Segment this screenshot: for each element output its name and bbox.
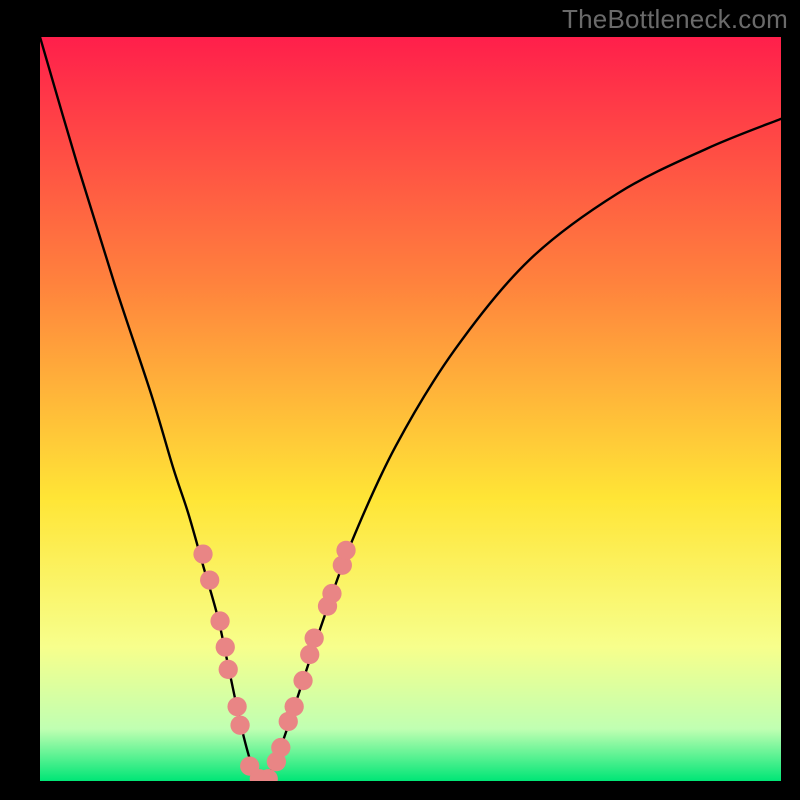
- highlight-dot: [230, 716, 249, 735]
- highlight-dot: [285, 697, 304, 716]
- highlight-dot: [193, 544, 212, 563]
- highlight-dot: [210, 611, 229, 630]
- highlight-dot: [322, 584, 341, 603]
- bottleneck-chart: [0, 0, 800, 800]
- highlight-dot: [336, 541, 355, 560]
- watermark-text: TheBottleneck.com: [562, 4, 788, 35]
- highlight-dot: [271, 738, 290, 757]
- highlight-dot: [216, 637, 235, 656]
- highlight-dot: [200, 570, 219, 589]
- highlight-dot: [293, 671, 312, 690]
- highlight-dot: [219, 660, 238, 679]
- highlight-dot: [300, 645, 319, 664]
- highlight-dot: [305, 629, 324, 648]
- plot-gradient-bg: [40, 37, 781, 781]
- chart-frame: TheBottleneck.com: [0, 0, 800, 800]
- highlight-dot: [227, 697, 246, 716]
